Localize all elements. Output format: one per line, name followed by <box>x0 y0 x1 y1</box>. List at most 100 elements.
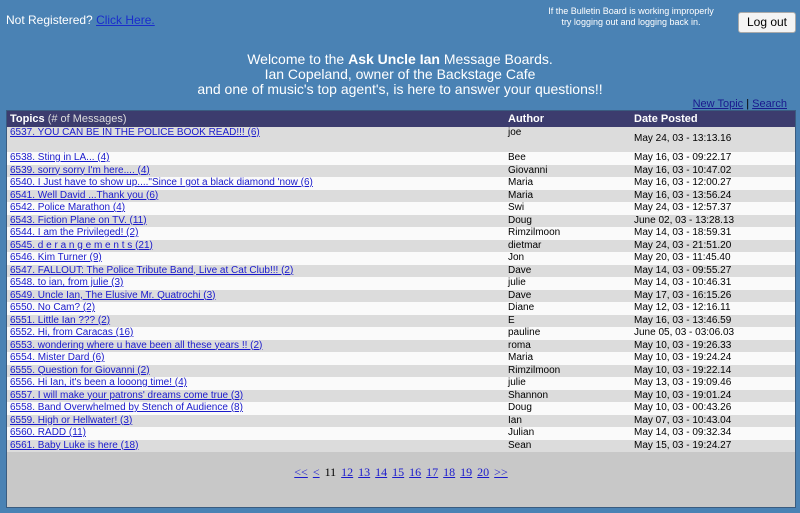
author-cell: Rimzilmoon <box>505 227 631 240</box>
topic-link[interactable]: 6538. Sting in LA... (4) <box>10 152 110 163</box>
page-link[interactable]: 12 <box>341 465 353 479</box>
topic-link[interactable]: 6544. I am the Privileged! (2) <box>10 227 138 238</box>
table-row: 6541. Well David ...Thank you (6) Maria Ma… <box>7 189 795 202</box>
topic-cell: 6560. RADD (11) <box>7 427 505 440</box>
page-link[interactable]: 20 <box>477 465 489 479</box>
table-row: 6557. I will make your patrons' dreams c… <box>7 389 795 402</box>
page-link[interactable]: 19 <box>460 465 472 479</box>
topic-link[interactable]: 6543. Fiction Plane on TV. (11) <box>10 215 147 226</box>
date-cell: May 14, 03 - 09:55.27 <box>631 264 795 277</box>
table-row: 6554. Mister Dard (6) Maria May 10, 03 - 1… <box>7 352 795 365</box>
topic-link[interactable]: 6546. Kim Turner (9) <box>10 252 102 263</box>
author-cell: Ian <box>505 414 631 427</box>
date-cell: May 07, 03 - 10:43.04 <box>631 414 795 427</box>
topic-link[interactable]: 6560. RADD (11) <box>10 427 86 438</box>
author-cell: Sean <box>505 439 631 452</box>
topic-link[interactable]: 6537. YOU CAN BE IN THE POLICE BOOK READ… <box>10 127 260 138</box>
table-row: 6555. Question for Giovanni (2) Rimzilmoo… <box>7 364 795 377</box>
page-link[interactable]: 13 <box>358 465 370 479</box>
author-cell: julie <box>505 377 631 390</box>
topic-cell: 6543. Fiction Plane on TV. (11) <box>7 214 505 227</box>
table-row: 6537. YOU CAN BE IN THE POLICE BOOK READ… <box>7 127 795 152</box>
date-cell: May 10, 03 - 19:24.24 <box>631 352 795 365</box>
warning-line-2: try logging out and logging back in. <box>561 17 701 27</box>
topic-cell: 6545. d e r a n g e m e n t s (21) <box>7 239 505 252</box>
next-page-link[interactable]: >> <box>494 465 508 479</box>
register-link[interactable]: Click Here. <box>96 13 155 27</box>
topic-link[interactable]: 6539. sorry sorry I'm here.... (4) <box>10 165 150 176</box>
board-actions: New Topic | Search <box>693 98 787 110</box>
topic-link[interactable]: 6540. I Just have to show up...."Since I… <box>10 177 313 188</box>
topic-link[interactable]: 6553. wondering where u have been all th… <box>10 340 262 351</box>
col-date[interactable]: Date Posted <box>631 111 795 127</box>
topic-link[interactable]: 6548. to ian, from julie (3) <box>10 277 123 288</box>
current-page: 11 <box>324 465 337 479</box>
date-cell: May 14, 03 - 18:59.31 <box>631 227 795 240</box>
welcome-suffix: Message Boards. <box>439 51 553 67</box>
col-topics[interactable]: Topics (# of Messages) <box>7 111 505 127</box>
topic-link[interactable]: 6555. Question for Giovanni (2) <box>10 365 150 376</box>
topic-link[interactable]: 6550. No Cam? (2) <box>10 302 95 313</box>
date-cell: May 10, 03 - 19:22.14 <box>631 364 795 377</box>
page-link[interactable]: 16 <box>409 465 421 479</box>
topic-link[interactable]: 6542. Police Marathon (4) <box>10 202 125 213</box>
new-topic-link[interactable]: New Topic <box>693 98 744 110</box>
author-cell: pauline <box>505 327 631 340</box>
table-row: 6544. I am the Privileged! (2) Rimzilmoon… <box>7 227 795 240</box>
topic-cell: 6540. I Just have to show up...."Since I… <box>7 177 505 190</box>
topic-cell: 6561. Baby Luke is here (18) <box>7 439 505 452</box>
author-cell: Jon <box>505 252 631 265</box>
author-cell: joe <box>505 127 631 152</box>
col-author[interactable]: Author <box>505 111 631 127</box>
topic-cell: 6544. I am the Privileged! (2) <box>7 227 505 240</box>
table-row: 6546. Kim Turner (9) Jon May 20, 03 - 11:4… <box>7 252 795 265</box>
topic-cell: 6549. Uncle Ian, The Elusive Mr. Quatroc… <box>7 289 505 302</box>
author-cell: Maria <box>505 177 631 190</box>
topic-link[interactable]: 6552. Hi, from Caracas (16) <box>10 327 133 338</box>
logout-button[interactable]: Log out <box>738 12 796 33</box>
topic-link[interactable]: 6551. Little Ian ??? (2) <box>10 315 110 326</box>
table-row: 6539. sorry sorry I'm here.... (4) Giovan… <box>7 164 795 177</box>
topic-link[interactable]: 6559. High or Hellwater! (3) <box>10 415 132 426</box>
table-row: 6551. Little Ian ??? (2) E May 16, 03 - 13… <box>7 314 795 327</box>
date-cell: May 16, 03 - 10:47.02 <box>631 164 795 177</box>
topic-link[interactable]: 6558. Band Overwhelmed by Stench of Audi… <box>10 402 243 413</box>
topic-cell: 6555. Question for Giovanni (2) <box>7 364 505 377</box>
topic-cell: 6551. Little Ian ??? (2) <box>7 314 505 327</box>
date-cell: May 12, 03 - 12:16.11 <box>631 302 795 315</box>
link-separator: | <box>746 98 750 110</box>
topic-cell: 6553. wondering where u have been all th… <box>7 339 505 352</box>
topic-link[interactable]: 6554. Mister Dard (6) <box>10 352 104 363</box>
prev-page-link[interactable]: < <box>313 465 320 479</box>
topic-cell: 6558. Band Overwhelmed by Stench of Audi… <box>7 402 505 415</box>
table-row: 6542. Police Marathon (4) Swi May 24, 03 -… <box>7 202 795 215</box>
topic-link[interactable]: 6556. Hi Ian, it's been a looong time! (… <box>10 377 187 388</box>
date-cell: May 13, 03 - 19:09.46 <box>631 377 795 390</box>
date-cell: May 10, 03 - 19:01.24 <box>631 389 795 402</box>
topic-cell: 6559. High or Hellwater! (3) <box>7 414 505 427</box>
page-link[interactable]: 17 <box>426 465 438 479</box>
topic-link[interactable]: 6557. I will make your patrons' dreams c… <box>10 390 243 401</box>
topic-link[interactable]: 6547. FALLOUT: The Police Tribute Band, … <box>10 265 293 276</box>
topic-cell: 6557. I will make your patrons' dreams c… <box>7 389 505 402</box>
first-page-link[interactable]: << <box>294 465 308 479</box>
date-cell: May 16, 03 - 09:22.17 <box>631 152 795 165</box>
date-cell: June 02, 03 - 13:28.13 <box>631 214 795 227</box>
page-link[interactable]: 18 <box>443 465 455 479</box>
topic-cell: 6541. Well David ...Thank you (6) <box>7 189 505 202</box>
author-cell: Doug <box>505 402 631 415</box>
topic-link[interactable]: 6541. Well David ...Thank you (6) <box>10 190 158 201</box>
topic-link[interactable]: 6545. d e r a n g e m e n t s (21) <box>10 240 153 251</box>
date-cell: May 24, 03 - 12:57.37 <box>631 202 795 215</box>
pagination: << < 11 12 13 14 15 16 17 18 19 20 >> <box>7 465 795 480</box>
page-link[interactable]: 14 <box>375 465 387 479</box>
table-row: 6543. Fiction Plane on TV. (11) Doug June … <box>7 214 795 227</box>
welcome-line-1: Welcome to the Ask Uncle Ian Message Boa… <box>0 52 800 67</box>
search-link[interactable]: Search <box>752 98 787 110</box>
table-row: 6561. Baby Luke is here (18) Sean May 15, … <box>7 439 795 452</box>
page-link[interactable]: 15 <box>392 465 404 479</box>
date-cell: June 05, 03 - 03:06.03 <box>631 327 795 340</box>
topic-link[interactable]: 6561. Baby Luke is here (18) <box>10 440 138 451</box>
topic-cell: 6537. YOU CAN BE IN THE POLICE BOOK READ… <box>7 127 505 152</box>
topic-link[interactable]: 6549. Uncle Ian, The Elusive Mr. Quatroc… <box>10 290 215 301</box>
